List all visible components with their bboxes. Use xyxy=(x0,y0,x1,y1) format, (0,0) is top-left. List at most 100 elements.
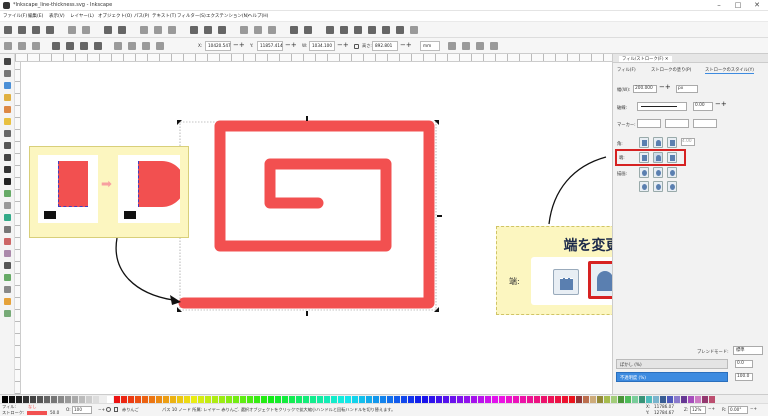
unlink-clone-icon[interactable] xyxy=(268,26,276,34)
palette-swatch[interactable] xyxy=(401,396,407,403)
palette-swatch[interactable] xyxy=(275,396,281,403)
blend-mode-select[interactable]: 標準 xyxy=(733,346,763,355)
palette-swatch[interactable] xyxy=(79,396,85,403)
opacity-status-field[interactable]: 100 xyxy=(72,406,92,414)
miter-limit-field[interactable]: 4.00 xyxy=(681,138,695,146)
palette-swatch[interactable] xyxy=(702,396,708,403)
tab-stroke-paint[interactable]: ストロークの塗り(P) xyxy=(651,67,691,73)
palette-swatch[interactable] xyxy=(667,396,673,403)
palette-swatch[interactable] xyxy=(86,396,92,403)
palette-swatch[interactable] xyxy=(597,396,603,403)
palette-swatch[interactable] xyxy=(373,396,379,403)
y-field[interactable]: 11857.414 xyxy=(257,41,283,51)
palette-swatch[interactable] xyxy=(247,396,253,403)
tweak-tool-icon[interactable] xyxy=(4,226,11,233)
canvas[interactable]: ➡ 端を変更 端: xyxy=(21,62,685,394)
palette-swatch[interactable] xyxy=(709,396,715,403)
palette-swatch[interactable] xyxy=(107,396,113,403)
palette-swatch[interactable] xyxy=(324,396,330,403)
round-join-button[interactable] xyxy=(653,137,663,148)
zoom-page-icon[interactable] xyxy=(218,26,226,34)
palette-swatch[interactable] xyxy=(205,396,211,403)
palette-swatch[interactable] xyxy=(443,396,449,403)
xml-editor-icon[interactable] xyxy=(368,26,376,34)
new-document-icon[interactable] xyxy=(4,26,12,34)
palette-swatch[interactable] xyxy=(254,396,260,403)
palette-swatch[interactable] xyxy=(44,396,50,403)
palette-swatch[interactable] xyxy=(380,396,386,403)
palette-swatch[interactable] xyxy=(170,396,176,403)
rectangle-tool-icon[interactable] xyxy=(4,82,11,89)
lower-icon[interactable] xyxy=(142,42,150,50)
move-patterns-icon[interactable] xyxy=(490,42,498,50)
palette-swatch[interactable] xyxy=(93,396,99,403)
menu-text[interactable]: テキスト(T) xyxy=(152,13,176,19)
menu-extensions[interactable]: エクステンション(N) xyxy=(206,13,249,19)
order-button-6[interactable] xyxy=(667,181,677,192)
rotate-cw-icon[interactable] xyxy=(66,42,74,50)
duplicate-icon[interactable] xyxy=(240,26,248,34)
text-font-icon[interactable] xyxy=(340,26,348,34)
layers-icon[interactable] xyxy=(354,26,362,34)
palette-swatch[interactable] xyxy=(548,396,554,403)
palette-swatch[interactable] xyxy=(506,396,512,403)
scale-stroke-icon[interactable] xyxy=(448,42,456,50)
mid-marker-select[interactable] xyxy=(665,119,689,128)
menu-help[interactable]: ヘルプ(H) xyxy=(248,13,268,19)
order-button-4[interactable] xyxy=(639,181,649,192)
scale-corners-icon[interactable] xyxy=(462,42,470,50)
blur-field[interactable]: 0.0 xyxy=(735,360,753,368)
opacity-status-stepper[interactable]: −+ xyxy=(98,407,105,412)
palette-swatch[interactable] xyxy=(541,396,547,403)
h-field[interactable]: 892.801 xyxy=(372,41,398,51)
zoom-tool-icon[interactable] xyxy=(4,310,11,317)
undo-icon[interactable] xyxy=(104,26,112,34)
w-stepper[interactable]: −+ xyxy=(337,41,349,50)
palette-swatch[interactable] xyxy=(289,396,295,403)
save-icon[interactable] xyxy=(32,26,40,34)
mesh-tool-icon[interactable] xyxy=(4,250,11,257)
palette-swatch[interactable] xyxy=(471,396,477,403)
palette-swatch[interactable] xyxy=(30,396,36,403)
palette-swatch[interactable] xyxy=(240,396,246,403)
import-icon[interactable] xyxy=(68,26,76,34)
palette-swatch[interactable] xyxy=(485,396,491,403)
palette-swatch[interactable] xyxy=(632,396,638,403)
spiral-tool-icon[interactable] xyxy=(4,130,11,137)
copy-icon[interactable] xyxy=(140,26,148,34)
unit-select[interactable]: mm xyxy=(420,41,440,51)
node-tool-icon[interactable] xyxy=(4,70,11,77)
palette-swatch[interactable] xyxy=(464,396,470,403)
palette-swatch[interactable] xyxy=(345,396,351,403)
palette-swatch[interactable] xyxy=(695,396,701,403)
lower-to-bottom-icon[interactable] xyxy=(156,42,164,50)
palette-swatch[interactable] xyxy=(114,396,120,403)
measure-tool-icon[interactable] xyxy=(4,286,11,293)
group-icon[interactable] xyxy=(290,26,298,34)
palette-swatch[interactable] xyxy=(674,396,680,403)
fill-stroke-icon[interactable] xyxy=(326,26,334,34)
selection-handles[interactable] xyxy=(172,116,442,316)
palette-swatch[interactable] xyxy=(590,396,596,403)
palette-swatch[interactable] xyxy=(303,396,309,403)
palette-swatch[interactable] xyxy=(534,396,540,403)
paint-bucket-tool-icon[interactable] xyxy=(4,214,11,221)
menu-layer[interactable]: レイヤー(L) xyxy=(70,13,94,19)
palette-swatch[interactable] xyxy=(457,396,463,403)
palette-swatch[interactable] xyxy=(583,396,589,403)
close-button[interactable]: ✕ xyxy=(750,1,764,10)
gradient-tool-icon[interactable] xyxy=(4,238,11,245)
palette-swatch[interactable] xyxy=(366,396,372,403)
butt-cap-button[interactable] xyxy=(639,152,649,163)
menu-filters[interactable]: フィルター(S) xyxy=(177,13,206,19)
palette-swatch[interactable] xyxy=(681,396,687,403)
palette-swatch[interactable] xyxy=(135,396,141,403)
lpe-tool-icon[interactable] xyxy=(4,298,11,305)
spray-tool-icon[interactable] xyxy=(4,190,11,197)
3d-box-tool-icon[interactable] xyxy=(4,94,11,101)
raise-to-top-icon[interactable] xyxy=(114,42,122,50)
deselect-icon[interactable] xyxy=(32,42,40,50)
selector-tool-icon[interactable] xyxy=(4,58,11,65)
palette-swatch[interactable] xyxy=(492,396,498,403)
palette-swatch[interactable] xyxy=(450,396,456,403)
